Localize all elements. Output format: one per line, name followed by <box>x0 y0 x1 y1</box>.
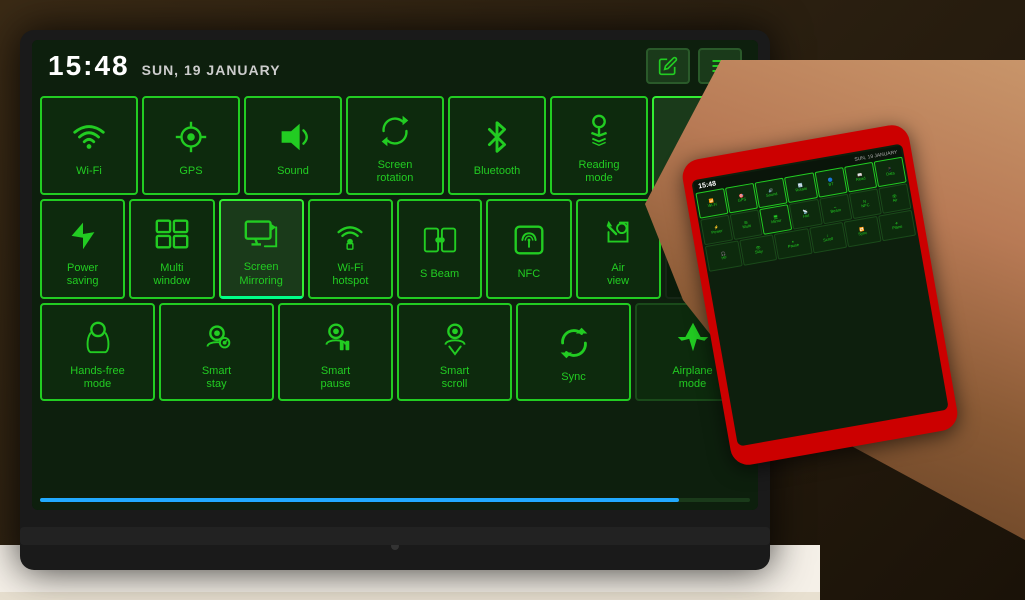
tile-gps[interactable]: GPS <box>142 96 240 195</box>
qs-row-3: Hands-freemode <box>40 303 750 401</box>
wifi-icon <box>67 115 111 159</box>
shelf-front <box>0 592 820 600</box>
screen-mirroring-icon <box>239 211 283 255</box>
rotation-icon <box>373 109 417 153</box>
power-saving-label: Powersaving <box>67 262 99 288</box>
phone-tile-sync: 🔁 Sync <box>843 216 881 248</box>
tile-screen-mirroring[interactable]: ScreenMirroring <box>219 199 304 298</box>
smart-scroll-icon <box>433 315 477 359</box>
nfc-icon <box>507 218 551 262</box>
tile-s-beam[interactable]: S Beam <box>397 199 482 298</box>
s-beam-label: S Beam <box>420 268 459 281</box>
air-view-icon <box>596 212 640 256</box>
tile-sound[interactable]: Sound <box>244 96 342 195</box>
tile-hands-free[interactable]: Hands-freemode <box>40 303 155 401</box>
smart-stay-label: Smartstay <box>202 365 231 391</box>
screen-rotation-label: Screenrotation <box>377 159 414 185</box>
phone-tile-rotation: 🔄 Rotate <box>784 172 817 203</box>
phone-tile-pwr: ⚡ Power <box>700 215 733 246</box>
wifi-hotspot-label: Wi-Fihotspot <box>332 262 368 288</box>
phone-tile-pause: ⏸ Pause <box>774 228 812 260</box>
smart-stay-icon <box>195 315 239 359</box>
phone-tile-scroll: ↕ Scroll <box>809 222 847 254</box>
reading-mode-label: Readingmode <box>579 159 620 185</box>
phone-tile-sound: 🔊 Sound <box>755 178 788 209</box>
phone-tile-air: 👁 Air <box>878 183 911 214</box>
phone-tile-bt: 🔵 BT <box>814 167 847 198</box>
hands-free-icon <box>76 315 120 359</box>
tile-nfc[interactable]: NFC <box>486 199 571 298</box>
tile-power-saving[interactable]: Powersaving <box>40 199 125 298</box>
phone-tile-multi: ⊞ Multi <box>730 209 763 240</box>
tile-smart-pause[interactable]: Smartpause <box>278 303 393 401</box>
gps-icon <box>169 115 213 159</box>
tile-wifi-hotspot[interactable]: Wi-Fihotspot <box>308 199 393 298</box>
s-beam-icon <box>418 218 462 262</box>
screen-mirroring-label: ScreenMirroring <box>239 261 282 287</box>
air-view-label: Airview <box>607 262 629 288</box>
clock: 15:48 <box>48 50 130 82</box>
tile-smart-stay[interactable]: Smartstay <box>159 303 274 401</box>
tile-sync[interactable]: Sync <box>516 303 631 401</box>
wifi-label: Wi-Fi <box>76 165 102 178</box>
date: SUN, 19 JANUARY <box>142 62 281 78</box>
phone-tile-data: 📱 Data <box>874 157 907 188</box>
tile-bluetooth[interactable]: Bluetooth <box>448 96 546 195</box>
hands-free-label: Hands-freemode <box>70 365 124 391</box>
phone-tile-gps: 🎯 GPS <box>725 183 758 214</box>
bluetooth-label: Bluetooth <box>474 165 520 178</box>
phone-tile-nfc: N NFC <box>849 188 882 219</box>
multi-window-icon <box>150 212 194 256</box>
gps-label: GPS <box>179 165 202 178</box>
nfc-label: NFC <box>518 268 541 281</box>
phone-mini-grid: 15:48 SUN, 19 JANUARY 📶 Wi-Fi 🎯 GPS 🔊 <box>691 143 918 275</box>
smart-pause-label: Smartpause <box>321 365 351 391</box>
multi-window-label: Multiwindow <box>154 262 191 288</box>
phone-tile-plane: ✈ Plane <box>878 210 916 242</box>
phone-tile-read: 📖 Read <box>844 162 877 193</box>
tile-multi-window[interactable]: Multiwindow <box>129 199 214 298</box>
phone-tile-hf: 🎧 HF <box>705 240 743 272</box>
sync-label: Sync <box>561 371 585 384</box>
phone-tile-stay: 👁 Stay <box>739 234 777 266</box>
sound-icon <box>271 115 315 159</box>
phone-tile-sbeam: ↔ Beam <box>819 194 852 225</box>
reading-icon <box>577 109 621 153</box>
sync-icon <box>552 321 596 365</box>
qs-row-2: Powersaving Multiwindow <box>40 199 750 298</box>
time-date: 15:48 SUN, 19 JANUARY <box>48 50 281 82</box>
phone-tile-hot: 📡 Hot <box>789 199 822 230</box>
hotspot-icon <box>328 212 372 256</box>
smart-scroll-label: Smartscroll <box>440 365 469 391</box>
progress-bar <box>40 498 679 502</box>
bluetooth-icon <box>475 115 519 159</box>
tile-wifi[interactable]: Wi-Fi <box>40 96 138 195</box>
tile-reading-mode[interactable]: Readingmode <box>550 96 648 195</box>
smart-pause-icon <box>314 315 358 359</box>
phone-container: 15:48 SUN, 19 JANUARY 📶 Wi-Fi 🎯 GPS 🔊 <box>645 60 1025 540</box>
phone-screen: 15:48 SUN, 19 JANUARY 📶 Wi-Fi 🎯 GPS 🔊 <box>691 143 949 446</box>
tile-smart-scroll[interactable]: Smartscroll <box>397 303 512 401</box>
progress-bar-container <box>40 498 750 502</box>
sound-label: Sound <box>277 165 309 178</box>
phone-tile-mirror: 🖥 Mirror <box>759 204 792 235</box>
phone-tile-wifi: 📶 Wi-Fi <box>695 188 728 219</box>
qs-row-1: Wi-Fi G <box>40 96 750 195</box>
tile-screen-rotation[interactable]: Screenrotation <box>346 96 444 195</box>
power-saving-icon <box>61 212 105 256</box>
